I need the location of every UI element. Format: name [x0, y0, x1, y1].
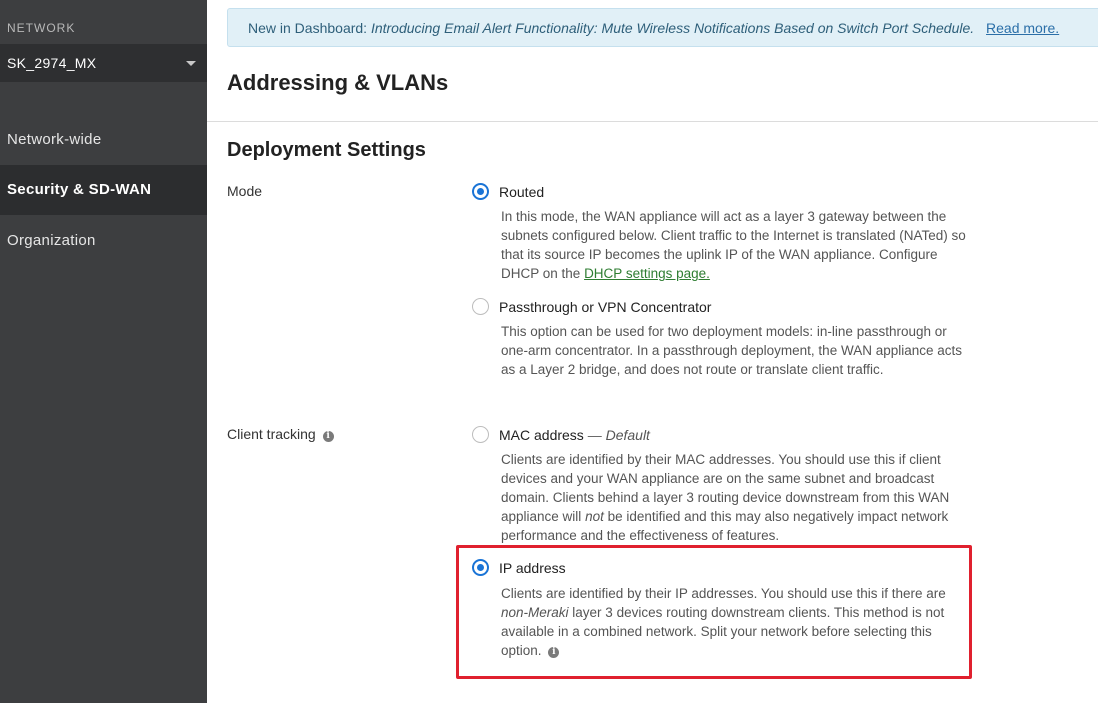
banner-text: New in Dashboard: Introducing Email Aler… — [248, 20, 1059, 36]
option-passthrough-title: Passthrough or VPN Concentrator — [499, 299, 712, 315]
client-tracking-label: Client tracking i — [227, 426, 334, 442]
sidebar-item-label: Organization — [7, 232, 96, 249]
option-routed-title: Routed — [499, 184, 545, 200]
caret-down-icon — [186, 61, 196, 66]
mode-label: Mode — [227, 183, 263, 199]
option-passthrough-desc: This option can be used for two deployme… — [501, 324, 963, 377]
banner-prefix: New in Dashboard: — [248, 20, 368, 36]
banner-message: Introducing Email Alert Functionality: M… — [370, 20, 975, 36]
info-icon[interactable]: i — [548, 647, 560, 658]
client-tracking-label-text: Client tracking — [227, 426, 316, 442]
option-ip-desc: Clients are identified by their IP addre… — [501, 584, 969, 660]
dhcp-settings-link[interactable]: DHCP settings page. — [584, 266, 710, 281]
radio-ip-address[interactable] — [472, 559, 489, 576]
option-mac-desc-emphasis: not — [585, 509, 604, 524]
network-selector[interactable]: SK_2974_MX — [0, 44, 207, 82]
network-name: SK_2974_MX — [7, 55, 97, 71]
option-ip-desc-part1: Clients are identified by their IP addre… — [501, 586, 946, 601]
section-title: Deployment Settings — [227, 139, 426, 161]
info-icon[interactable]: i — [322, 431, 334, 442]
option-ip-desc-emphasis: non-Meraki — [501, 605, 569, 620]
default-tag: — Default — [587, 427, 650, 443]
divider — [207, 121, 1098, 122]
option-routed-desc-text: In this mode, the WAN appliance will act… — [501, 209, 966, 281]
option-mac-title: MAC address — Default — [499, 427, 650, 443]
sidebar-item-label: Security & SD-WAN — [7, 181, 152, 198]
sidebar: NETWORK SK_2974_MX Network-wide Security… — [0, 0, 207, 703]
page-title: Addressing & VLANs — [227, 70, 449, 95]
sidebar-item-organization[interactable]: Organization — [0, 216, 207, 266]
network-label: NETWORK — [7, 21, 76, 35]
radio-mac-address[interactable] — [472, 426, 489, 443]
read-more-link[interactable]: Read more. — [986, 20, 1059, 36]
sidebar-item-label: Network-wide — [7, 131, 102, 148]
sidebar-item-security-sd-wan[interactable]: Security & SD-WAN — [0, 165, 207, 215]
option-mac-desc: Clients are identified by their MAC addr… — [501, 450, 969, 545]
option-routed-desc: In this mode, the WAN appliance will act… — [501, 207, 969, 283]
sidebar-item-network-wide[interactable]: Network-wide — [0, 115, 207, 165]
option-ip-title: IP address — [499, 560, 566, 576]
radio-routed[interactable] — [472, 183, 489, 200]
announcement-banner: New in Dashboard: Introducing Email Aler… — [227, 8, 1098, 47]
option-mac-title-text: MAC address — [499, 427, 584, 443]
radio-passthrough[interactable] — [472, 298, 489, 315]
